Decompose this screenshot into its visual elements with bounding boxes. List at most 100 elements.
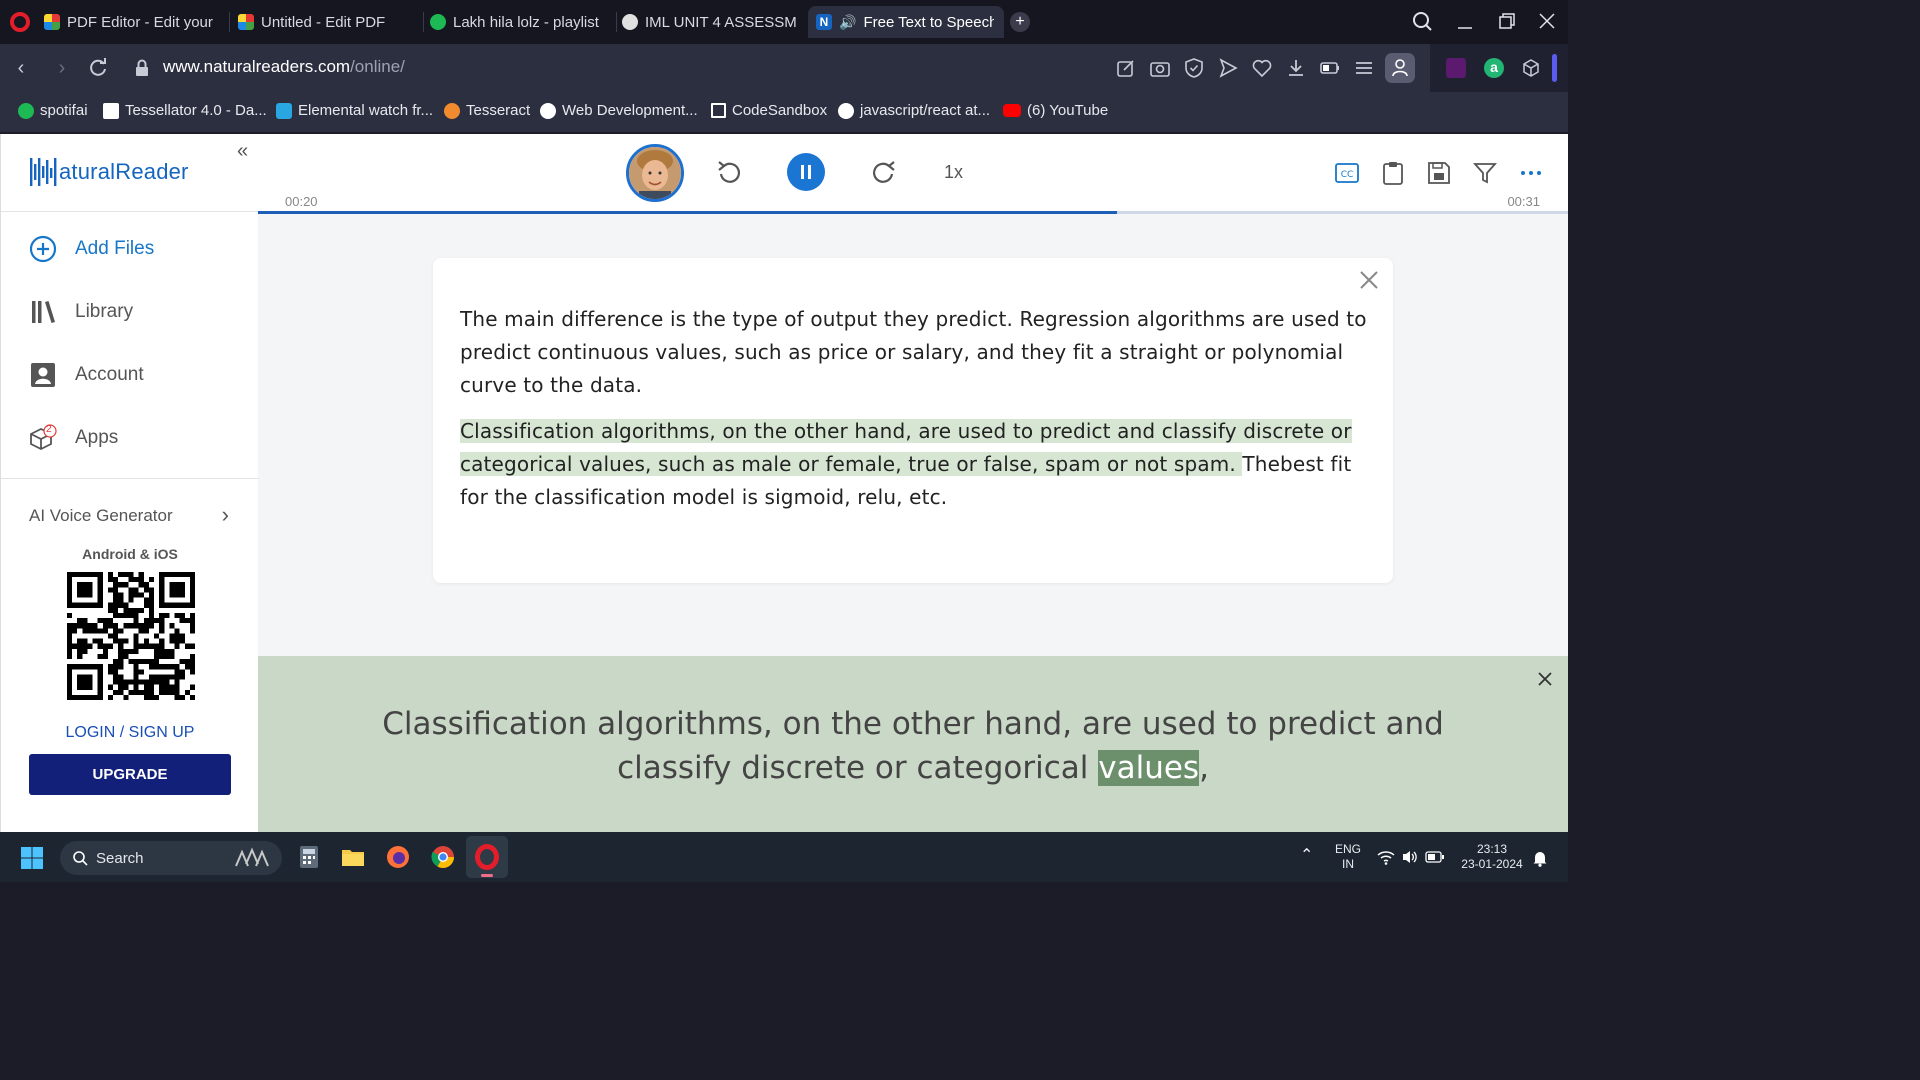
search-placeholder: Search — [96, 849, 144, 867]
language-line2: IN — [1342, 857, 1354, 871]
language-line1: ENG — [1334, 842, 1361, 856]
rewind-icon[interactable] — [715, 158, 743, 186]
battery-saver-icon[interactable] — [1318, 56, 1342, 80]
tab-label: Untitled - Edit PDF — [261, 13, 386, 31]
sidebar: aturalReader « Add Files Library Account… — [0, 134, 259, 832]
windows-start-icon[interactable] — [20, 846, 44, 870]
forward-icon[interactable]: › — [50, 56, 74, 80]
camera-icon[interactable] — [1148, 56, 1172, 80]
bookmark-label: CodeSandbox — [732, 102, 828, 119]
tab-iml-unit-4[interactable]: IML UNIT 4 ASSESSMENT — [614, 6, 806, 38]
download-icon[interactable] — [1284, 56, 1308, 80]
wifi-icon[interactable] — [1377, 849, 1395, 865]
restore-icon[interactable] — [1492, 8, 1522, 36]
bookmark-spotifai[interactable]: spotifai — [18, 102, 88, 119]
voice-avatar[interactable] — [626, 144, 684, 202]
firefox-icon[interactable] — [385, 844, 411, 870]
sidebar-item-account[interactable]: Account — [29, 361, 144, 389]
spotify-icon — [18, 102, 34, 119]
send-icon[interactable] — [1216, 56, 1240, 80]
bookmark-web-development[interactable]: Web Development... — [540, 102, 698, 119]
volume-icon[interactable] — [1401, 849, 1419, 865]
file-explorer-icon[interactable] — [340, 844, 366, 870]
back-icon[interactable]: ‹ — [9, 56, 33, 80]
naturalreader-logo[interactable]: aturalReader — [29, 156, 189, 188]
search-tabs-icon[interactable] — [1408, 8, 1438, 36]
apps-icon — [30, 424, 57, 451]
platforms-label: Android & iOS — [82, 546, 178, 562]
bookmark-label: javascript/react at... — [860, 102, 991, 119]
chrome-icon[interactable] — [430, 844, 456, 870]
bookmark-elemental-watch[interactable]: Elemental watch fr... — [276, 102, 433, 119]
fast-forward-icon[interactable] — [870, 158, 898, 186]
battery-icon[interactable] — [1425, 850, 1445, 864]
pdf-editor-favicon-icon — [44, 14, 60, 30]
close-icon[interactable] — [1357, 268, 1381, 292]
opera-logo-icon[interactable] — [10, 12, 30, 32]
more-options-icon[interactable] — [1518, 160, 1544, 186]
tab-untitled-edit-pdf[interactable]: Untitled - Edit PDF — [230, 6, 420, 38]
bookmark-tessellator[interactable]: Tessellator 4.0 - Da... — [103, 102, 267, 119]
document-paragraph-current[interactable]: Classification algorithms, on the other … — [460, 415, 1370, 514]
extensions-cube-icon[interactable] — [1520, 57, 1542, 79]
playback-speed[interactable]: 1x — [944, 162, 963, 183]
document-paragraph[interactable]: The main difference is the type of outpu… — [460, 303, 1370, 402]
extension-purple-icon[interactable] — [1446, 58, 1466, 78]
tab-pdf-editor[interactable]: PDF Editor - Edit your PDF — [36, 6, 226, 38]
heart-icon[interactable] — [1250, 56, 1274, 80]
caption-current-word: values — [1098, 750, 1200, 786]
tab-spotify-playlist[interactable]: Lakh hila lolz - playlist by — [422, 6, 614, 38]
new-tab-button[interactable]: + — [1010, 12, 1030, 32]
url-field[interactable]: www.naturalreaders.com/online/ — [163, 57, 405, 77]
pause-button[interactable] — [787, 153, 825, 191]
adblock-shield-icon[interactable] — [1182, 56, 1206, 80]
calculator-icon[interactable] — [296, 844, 322, 870]
clock[interactable]: 23:13 23-01-2024 — [1452, 842, 1532, 872]
apps-badge: 2 — [46, 424, 52, 435]
reload-icon[interactable] — [86, 56, 110, 80]
close-caption-icon[interactable] — [1536, 670, 1554, 688]
collapse-sidebar-icon[interactable]: « — [237, 140, 248, 163]
bookmark-tesseract[interactable]: Tesseract — [444, 102, 530, 119]
filter-icon[interactable] — [1472, 160, 1498, 186]
profile-button[interactable] — [1385, 53, 1415, 83]
taskbar-search[interactable]: Search — [60, 841, 282, 875]
show-hidden-icons-chevron-icon[interactable]: ⌃ — [1300, 848, 1313, 864]
login-signup-links: LOGIN / SIGN UP — [1, 724, 259, 742]
bookmark-github-javascript-react[interactable]: javascript/react at... — [838, 102, 990, 119]
url-path: /online/ — [350, 57, 405, 76]
speaker-playing-icon[interactable]: 🔊 — [839, 14, 856, 31]
language-indicator[interactable]: ENG IN — [1330, 842, 1366, 872]
pause-icon — [801, 165, 811, 179]
notification-bell-icon[interactable] — [1532, 849, 1548, 867]
ai-voice-label: AI Voice Generator — [29, 506, 173, 525]
sidebar-item-add-files[interactable]: Add Files — [29, 235, 154, 263]
edit-snapshot-icon[interactable] — [1114, 56, 1138, 80]
taskbar-opera-active[interactable] — [466, 836, 508, 878]
login-link[interactable]: LOGIN — [66, 724, 116, 741]
tab-free-text-to-speech[interactable]: N 🔊 Free Text to Speech Online — [808, 6, 1004, 38]
bookmark-youtube[interactable]: (6) YouTube — [1003, 102, 1108, 119]
minimize-icon[interactable] — [1450, 8, 1480, 36]
save-icon[interactable] — [1426, 160, 1452, 186]
divider — [1, 478, 259, 479]
highlighted-sentence[interactable]: Classification algorithms, on the other … — [460, 419, 1352, 476]
closed-captions-icon[interactable]: CC — [1334, 160, 1360, 186]
sidebar-item-apps[interactable]: 2 Apps — [29, 424, 118, 452]
lock-icon[interactable] — [130, 56, 154, 80]
clock-date: 23-01-2024 — [1461, 857, 1523, 871]
web-dev-icon — [540, 102, 556, 119]
easy-setup-icon[interactable] — [1352, 56, 1376, 80]
bookmark-codesandbox[interactable]: CodeSandbox — [711, 102, 827, 119]
progress-track[interactable] — [258, 211, 1568, 214]
caption-before: Classification algorithms, on the other … — [382, 706, 1444, 786]
opera-taskbar-icon — [475, 844, 499, 870]
upgrade-button[interactable]: UPGRADE — [29, 754, 231, 795]
bookmark-label: Tessellator 4.0 - Da... — [125, 102, 267, 119]
extension-a-icon[interactable]: a — [1484, 58, 1504, 78]
sidebar-item-library[interactable]: Library — [29, 298, 133, 326]
close-window-icon[interactable] — [1532, 8, 1562, 36]
signup-link[interactable]: SIGN UP — [129, 724, 195, 741]
clipboard-icon[interactable] — [1380, 160, 1406, 186]
ai-voice-generator-link[interactable]: AI Voice Generator › — [29, 504, 229, 526]
